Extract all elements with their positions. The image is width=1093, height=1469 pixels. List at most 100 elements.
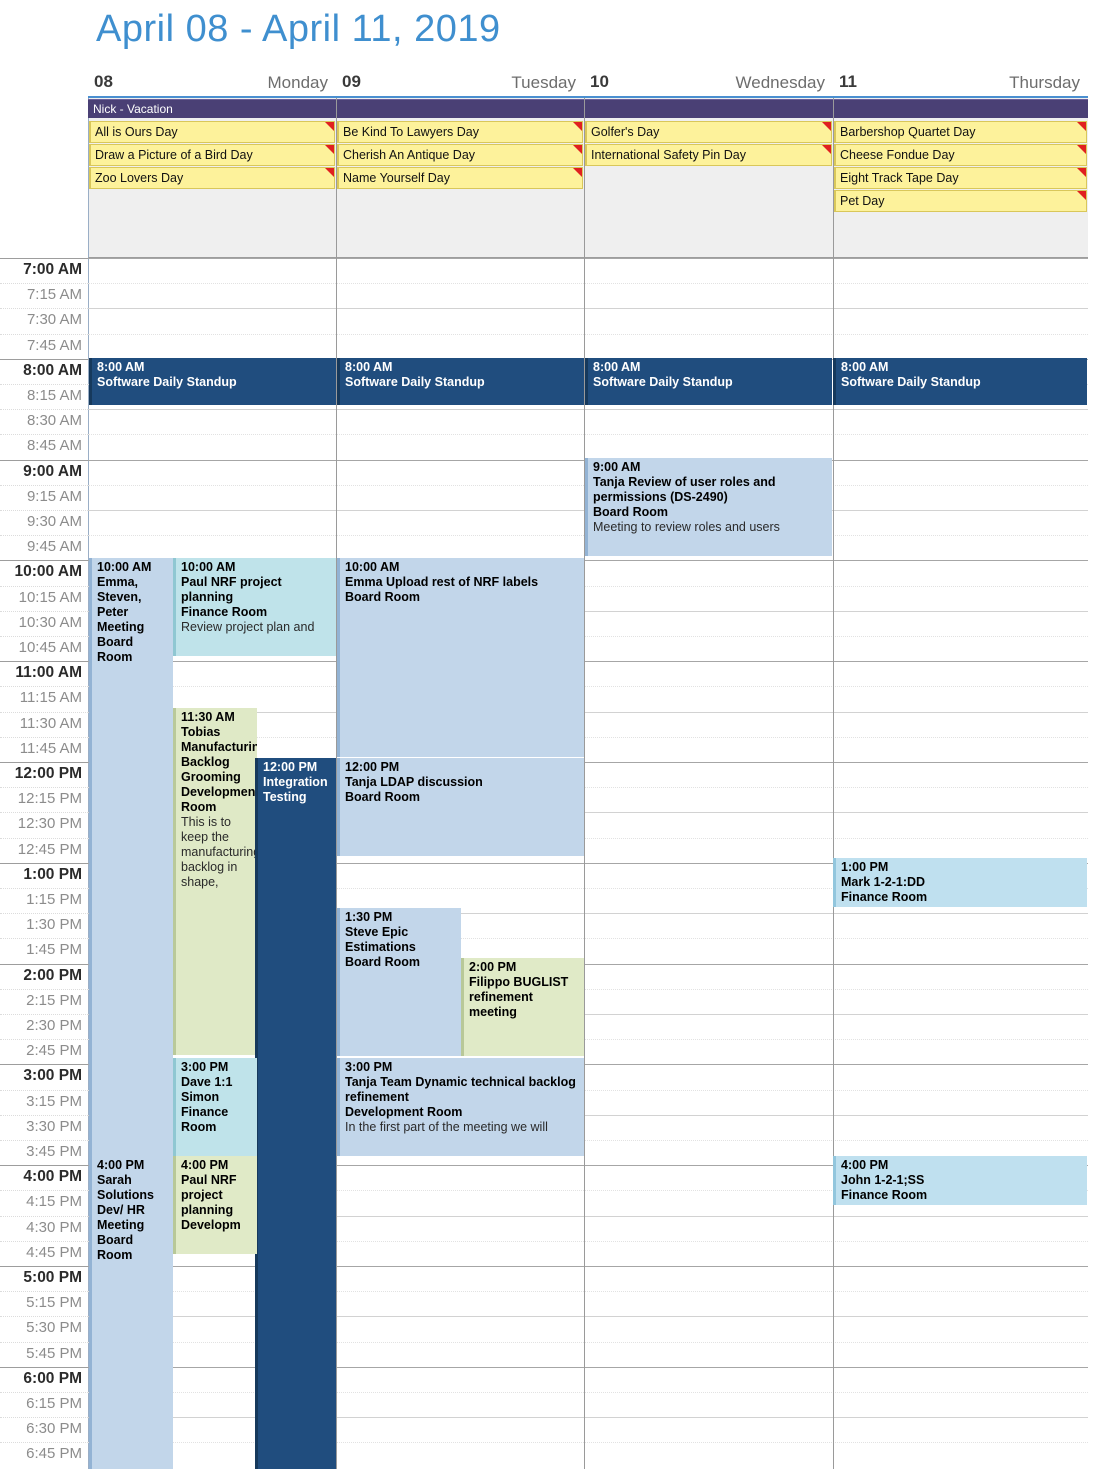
calendar-event[interactable]: 12:00 PM Integration Testing bbox=[255, 758, 336, 1469]
reminder-flag-icon bbox=[572, 168, 582, 178]
grid-line bbox=[88, 661, 1088, 663]
event-location: Development Room bbox=[345, 1105, 463, 1119]
calendar-grid[interactable]: 8:00 AM Software Daily Standup 8:00 AM Soft… bbox=[88, 258, 1088, 1469]
time-label: 1:00 PM bbox=[23, 865, 82, 883]
time-label: 10:30 AM bbox=[18, 613, 82, 631]
calendar-event[interactable]: 3:00 PM Dave 1:1 Simon Finance Room bbox=[173, 1058, 257, 1156]
calendar-event[interactable]: 11:30 AMTobias Manufacturing Backlog Gro… bbox=[173, 708, 257, 1055]
day-header-monday[interactable]: 08 Monday bbox=[88, 72, 336, 98]
time-label-row: 5:15 PM bbox=[0, 1291, 88, 1316]
time-label-row: 1:15 PM bbox=[0, 888, 88, 913]
holiday-label: International Safety Pin Day bbox=[591, 148, 746, 162]
day-number: 11 bbox=[839, 72, 857, 91]
holiday-event[interactable]: Pet Day bbox=[834, 190, 1087, 212]
calendar-event[interactable]: 4:00 PM Paul NRF project planning Developm bbox=[173, 1156, 257, 1254]
event-time: 4:00 PM bbox=[841, 1158, 889, 1172]
calendar-event[interactable]: 1:30 PM Steve Epic Estimations Board Room bbox=[337, 908, 461, 1056]
holiday-event[interactable]: All is Ours Day bbox=[89, 121, 335, 143]
time-label: 6:00 PM bbox=[23, 1369, 82, 1387]
time-label: 10:15 AM bbox=[18, 588, 82, 606]
event-subject: Software Daily Standup bbox=[97, 375, 237, 389]
event-location: Finance Room bbox=[181, 1105, 229, 1134]
time-label: 3:30 PM bbox=[26, 1117, 82, 1135]
time-label: 7:00 AM bbox=[23, 261, 82, 278]
time-label-row: 9:30 AM bbox=[0, 510, 88, 535]
event-subject: Emma Upload rest of NRF labels bbox=[345, 575, 539, 589]
time-label-row: 3:15 PM bbox=[0, 1089, 88, 1115]
time-label: 4:45 PM bbox=[26, 1243, 82, 1261]
holiday-event[interactable]: Zoo Lovers Day bbox=[89, 167, 335, 189]
calendar-event[interactable]: 10:00 AM Paul NRF project planning Finance… bbox=[173, 558, 336, 656]
holiday-event[interactable]: Be Kind To Lawyers Day bbox=[337, 121, 583, 143]
time-label: 10:00 AM bbox=[14, 563, 82, 581]
time-label-row: 5:00 PM bbox=[0, 1266, 88, 1291]
time-label: 9:30 AM bbox=[26, 513, 82, 530]
time-label: 3:00 PM bbox=[23, 1067, 82, 1085]
grid-line bbox=[88, 333, 1088, 335]
holiday-event[interactable]: Eight Track Tape Day bbox=[834, 167, 1087, 189]
holiday-event[interactable]: Draw a Picture of a Bird Day bbox=[89, 144, 335, 166]
event-subject: Integration Testing bbox=[263, 775, 328, 804]
calendar-event[interactable]: 1:00 PM Mark 1-2-1:DD Finance Room bbox=[833, 858, 1087, 907]
reminder-flag-icon bbox=[1076, 191, 1086, 201]
time-label: 1:45 PM bbox=[26, 941, 82, 959]
calendar-event[interactable]: 12:00 PM Tanja LDAP discussion Board Room bbox=[337, 758, 584, 856]
event-location: Finance Room bbox=[841, 1188, 928, 1202]
holiday-event[interactable]: Golfer's Day bbox=[585, 121, 832, 143]
reminder-flag-icon bbox=[1076, 168, 1086, 178]
event-subject: Filippo BUGLIST refinement meeting bbox=[469, 975, 569, 1019]
time-label: 6:45 PM bbox=[26, 1445, 82, 1463]
calendar-event[interactable]: 4:00 PM John 1-2-1;SS Finance Room bbox=[833, 1156, 1087, 1205]
day-header-tuesday[interactable]: 09 Tuesday bbox=[336, 72, 584, 98]
calendar-event[interactable]: 3:00 PM Tanja Team Dynamic technical back… bbox=[337, 1058, 584, 1156]
calendar-event[interactable]: 10:00 AM Emma Upload rest of NRF labels Bo… bbox=[337, 558, 584, 757]
event-subject: Paul NRF project planning bbox=[181, 1173, 237, 1217]
grid-line bbox=[88, 1266, 1088, 1267]
time-label: 3:45 PM bbox=[26, 1143, 82, 1160]
all-day-event-vacation[interactable]: Nick - Vacation bbox=[88, 99, 1088, 118]
time-label-row: 11:00 AM bbox=[0, 661, 88, 686]
reminder-flag-icon bbox=[324, 168, 334, 178]
event-note: This is to keep the manufacturing backlo… bbox=[181, 815, 257, 889]
event-note: Review project plan and bbox=[181, 620, 315, 634]
time-label: 1:30 PM bbox=[26, 916, 82, 934]
reminder-flag-icon bbox=[1076, 145, 1086, 155]
calendar-event[interactable]: 8:00 AM Software Daily Standup bbox=[89, 358, 336, 405]
grid-line bbox=[88, 258, 1088, 259]
holiday-event[interactable]: Barbershop Quartet Day bbox=[834, 121, 1087, 143]
time-label-row: 11:30 AM bbox=[0, 711, 88, 737]
time-label: 7:45 AM bbox=[26, 336, 82, 354]
day-number: 10 bbox=[590, 72, 609, 91]
day-name: Thursday bbox=[1009, 73, 1080, 92]
holiday-label: Eight Track Tape Day bbox=[840, 171, 959, 185]
event-location: Board Room bbox=[345, 955, 420, 969]
calendar-event[interactable]: 4:00 PM Sarah Solutions Dev/ HR Meeting Bo… bbox=[89, 1156, 173, 1406]
time-label: 4:15 PM bbox=[26, 1193, 82, 1211]
time-label-row: 4:30 PM bbox=[0, 1215, 88, 1241]
event-subject: Sarah Solutions Dev/ HR Meeting bbox=[97, 1173, 154, 1232]
event-time: 1:00 PM bbox=[841, 860, 889, 874]
day-header-wednesday[interactable]: 10 Wednesday bbox=[584, 72, 833, 98]
holiday-event[interactable]: International Safety Pin Day bbox=[585, 144, 832, 166]
time-label-row: 9:45 AM bbox=[0, 535, 88, 560]
calendar-event[interactable]: 8:00 AM Software Daily Standup bbox=[833, 358, 1087, 405]
holiday-event[interactable]: Cherish An Antique Day bbox=[337, 144, 583, 166]
holiday-event[interactable]: Name Yourself Day bbox=[337, 167, 583, 189]
time-label-row: 4:15 PM bbox=[0, 1190, 88, 1215]
event-subject: Software Daily Standup bbox=[593, 375, 733, 389]
time-label: 9:15 AM bbox=[26, 487, 82, 505]
calendar-event[interactable]: 8:00 AM Software Daily Standup bbox=[337, 358, 584, 405]
event-subject: Mark 1-2-1:DD bbox=[841, 875, 926, 889]
time-label-row: 10:00 AM bbox=[0, 560, 88, 585]
time-label-row: 3:30 PM bbox=[0, 1114, 88, 1140]
calendar-event[interactable]: 2:00 PM Filippo BUGLIST refinement meetin… bbox=[461, 958, 584, 1056]
time-label: 7:30 AM bbox=[26, 311, 82, 329]
day-header-thursday[interactable]: 11 Thursday bbox=[833, 72, 1088, 98]
calendar-event[interactable]: 8:00 AM Software Daily Standup bbox=[585, 358, 832, 405]
calendar-event[interactable]: 9:00 AM Tanja Review of user roles and pe… bbox=[585, 458, 832, 556]
time-label: 11:45 AM bbox=[19, 739, 82, 757]
reminder-flag-icon bbox=[324, 145, 334, 155]
event-subject: Tanja Review of user roles and permissio… bbox=[593, 475, 776, 504]
event-subject: Software Daily Standup bbox=[345, 375, 485, 389]
holiday-event[interactable]: Cheese Fondue Day bbox=[834, 144, 1087, 166]
